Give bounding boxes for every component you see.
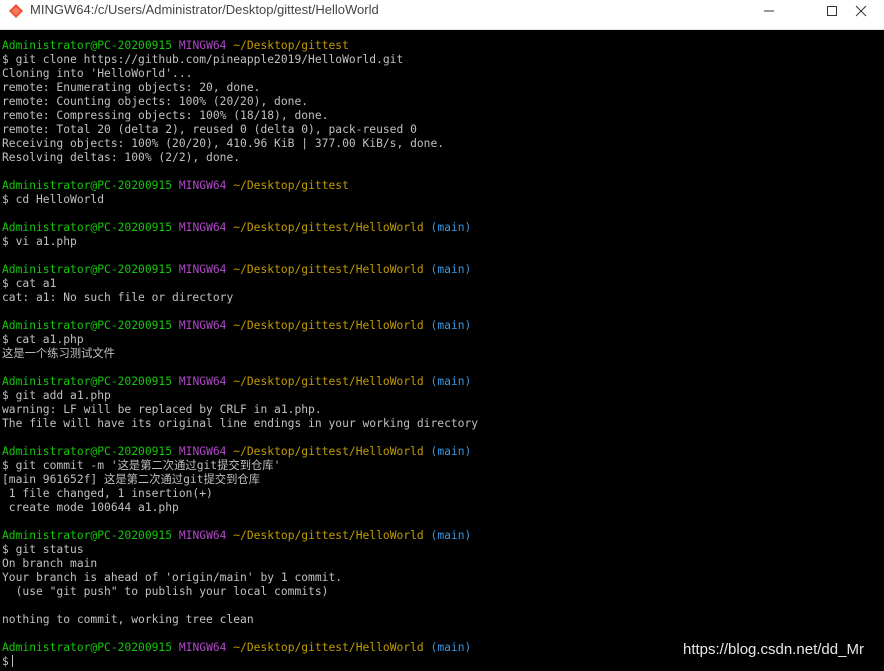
output-line: 这是一个练习测试文件 xyxy=(2,347,115,360)
output-line: Resolving deltas: 100% (2/2), done. xyxy=(2,151,241,164)
git-bash-icon xyxy=(8,3,24,19)
prompt-line: Administrator@PC-20200915 MINGW64 ~/Desk… xyxy=(2,445,471,459)
prompt-user: Administrator@PC-20200915 xyxy=(2,529,173,542)
watermark: https://blog.csdn.net/dd_Mr xyxy=(683,641,864,658)
prompt-shell: MINGW64 xyxy=(178,221,227,234)
title-bar[interactable]: MINGW64:/c/Users/Administrator/Desktop/g… xyxy=(0,0,884,30)
output-line: cat: a1: No such file or directory xyxy=(2,291,234,304)
output-line: 1 file changed, 1 insertion(+) xyxy=(2,487,213,500)
prompt-line: Administrator@PC-20200915 MINGW64 ~/Desk… xyxy=(2,529,471,543)
prompt-branch: (main) xyxy=(430,263,472,276)
text-cursor xyxy=(11,655,13,667)
prompt-shell: MINGW64 xyxy=(178,39,227,52)
command-line: $ cat a1.php xyxy=(2,333,84,346)
prompt-user: Administrator@PC-20200915 xyxy=(2,445,173,458)
prompt-path: ~/Desktop/gittest/HelloWorld xyxy=(233,641,424,654)
prompt-line: Administrator@PC-20200915 MINGW64 ~/Desk… xyxy=(2,375,471,389)
terminal-output[interactable]: Administrator@PC-20200915 MINGW64 ~/Desk… xyxy=(0,38,884,671)
prompt-shell: MINGW64 xyxy=(178,375,227,388)
output-line: nothing to commit, working tree clean xyxy=(2,613,254,626)
output-line: The file will have its original line end… xyxy=(2,417,479,430)
command-line: $ vi a1.php xyxy=(2,235,77,248)
prompt-user: Administrator@PC-20200915 xyxy=(2,641,173,654)
maximize-icon xyxy=(827,6,837,16)
command-line: $ git status xyxy=(2,543,84,556)
output-line: create mode 100644 a1.php xyxy=(2,501,179,514)
output-line: remote: Enumerating objects: 20, done. xyxy=(2,81,261,94)
output-line: remote: Compressing objects: 100% (18/18… xyxy=(2,109,329,122)
command-line: $ cd HelloWorld xyxy=(2,193,105,206)
prompt-user: Administrator@PC-20200915 xyxy=(2,221,173,234)
output-line: Your branch is ahead of 'origin/main' by… xyxy=(2,571,343,584)
prompt-path: ~/Desktop/gittest/HelloWorld xyxy=(233,445,424,458)
prompt-branch: (main) xyxy=(430,445,472,458)
prompt-path: ~/Desktop/gittest/HelloWorld xyxy=(233,263,424,276)
prompt-branch: (main) xyxy=(430,641,472,654)
prompt-line: Administrator@PC-20200915 MINGW64 ~/Desk… xyxy=(2,641,471,655)
prompt-path: ~/Desktop/gittest xyxy=(233,39,349,52)
window-title: MINGW64:/c/Users/Administrator/Desktop/g… xyxy=(30,2,379,17)
prompt-branch: (main) xyxy=(430,319,472,332)
command-line: $ git clone https://github.com/pineapple… xyxy=(2,53,404,66)
active-command-line[interactable]: $ xyxy=(2,655,13,669)
prompt-path: ~/Desktop/gittest/HelloWorld xyxy=(233,221,424,234)
output-line: remote: Total 20 (delta 2), reused 0 (de… xyxy=(2,123,417,136)
prompt-branch: (main) xyxy=(430,375,472,388)
prompt-path: ~/Desktop/gittest/HelloWorld xyxy=(233,319,424,332)
prompt-path: ~/Desktop/gittest/HelloWorld xyxy=(233,529,424,542)
prompt-user: Administrator@PC-20200915 xyxy=(2,319,173,332)
terminal-window: MINGW64:/c/Users/Administrator/Desktop/g… xyxy=(0,0,884,671)
prompt-line: Administrator@PC-20200915 MINGW64 ~/Desk… xyxy=(2,263,471,277)
output-line: [main 961652f] 这是第二次通过git提交到仓库 xyxy=(2,473,260,486)
prompt-shell: MINGW64 xyxy=(178,319,227,332)
prompt-user: Administrator@PC-20200915 xyxy=(2,179,173,192)
output-line: Cloning into 'HelloWorld'... xyxy=(2,67,193,80)
output-line: remote: Counting objects: 100% (20/20), … xyxy=(2,95,309,108)
output-line: warning: LF will be replaced by CRLF in … xyxy=(2,403,322,416)
close-icon xyxy=(855,5,867,17)
prompt-user: Administrator@PC-20200915 xyxy=(2,375,173,388)
prompt-shell: MINGW64 xyxy=(178,529,227,542)
command-line: $ cat a1 xyxy=(2,277,57,290)
prompt-line: Administrator@PC-20200915 MINGW64 ~/Desk… xyxy=(2,221,471,235)
command-line: $ git commit -m '这是第二次通过git提交到仓库' xyxy=(2,459,281,472)
minimize-button[interactable] xyxy=(746,0,792,22)
output-line: Receiving objects: 100% (20/20), 410.96 … xyxy=(2,137,445,150)
minimize-icon xyxy=(764,10,774,12)
prompt-shell: MINGW64 xyxy=(178,179,227,192)
prompt-path: ~/Desktop/gittest/HelloWorld xyxy=(233,375,424,388)
prompt-branch: (main) xyxy=(430,529,472,542)
prompt-shell: MINGW64 xyxy=(178,445,227,458)
prompt-shell: MINGW64 xyxy=(178,263,227,276)
prompt-branch: (main) xyxy=(430,221,472,234)
prompt-line: Administrator@PC-20200915 MINGW64 ~/Desk… xyxy=(2,179,349,193)
command-line: $ git add a1.php xyxy=(2,389,111,402)
prompt-line: Administrator@PC-20200915 MINGW64 ~/Desk… xyxy=(2,39,349,53)
prompt-user: Administrator@PC-20200915 xyxy=(2,263,173,276)
output-line: On branch main xyxy=(2,557,98,570)
prompt-line: Administrator@PC-20200915 MINGW64 ~/Desk… xyxy=(2,319,471,333)
prompt-path: ~/Desktop/gittest xyxy=(233,179,349,192)
shell-prompt-symbol: $ xyxy=(2,655,9,668)
prompt-shell: MINGW64 xyxy=(178,641,227,654)
prompt-user: Administrator@PC-20200915 xyxy=(2,39,173,52)
close-button[interactable] xyxy=(838,0,884,22)
output-line: (use "git push" to publish your local co… xyxy=(2,585,329,598)
